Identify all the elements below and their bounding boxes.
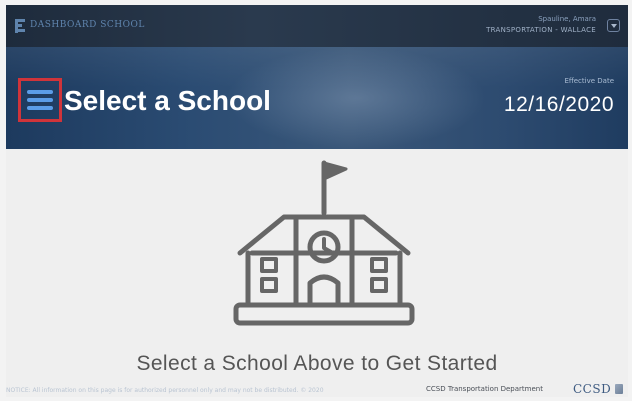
hamburger-icon [27, 90, 53, 110]
main-content: Select a School Above to Get Started [6, 149, 628, 397]
app-window: DASHBOARD SCHOOL Spauline, Amara TRANSPO… [6, 5, 628, 397]
effective-date-value[interactable]: 12/16/2020 [504, 93, 614, 117]
top-bar: DASHBOARD SCHOOL Spauline, Amara TRANSPO… [6, 5, 628, 47]
empty-state-message: Select a School Above to Get Started [136, 352, 498, 375]
footer-logo: CCSD [573, 382, 612, 396]
menu-button[interactable] [18, 78, 62, 122]
footer-department: CCSD Transportation Department [426, 385, 543, 393]
footer-logo-icon [615, 384, 623, 394]
app-name[interactable]: DASHBOARD SCHOOL [30, 20, 145, 30]
user-menu-button[interactable] [607, 19, 620, 32]
effective-date-label: Effective Date [564, 77, 615, 85]
page-header: Select a School Effective Date 12/16/202… [6, 47, 628, 149]
chevron-down-icon [611, 24, 617, 28]
page-title: Select a School [64, 85, 271, 116]
app-logo-icon [15, 19, 25, 33]
user-name[interactable]: Spauline, Amara [538, 15, 596, 23]
school-building-icon [233, 160, 415, 326]
user-role: TRANSPORTATION - WALLACE [486, 26, 596, 34]
footer-disclaimer: NOTICE: All information on this page is … [6, 387, 324, 394]
